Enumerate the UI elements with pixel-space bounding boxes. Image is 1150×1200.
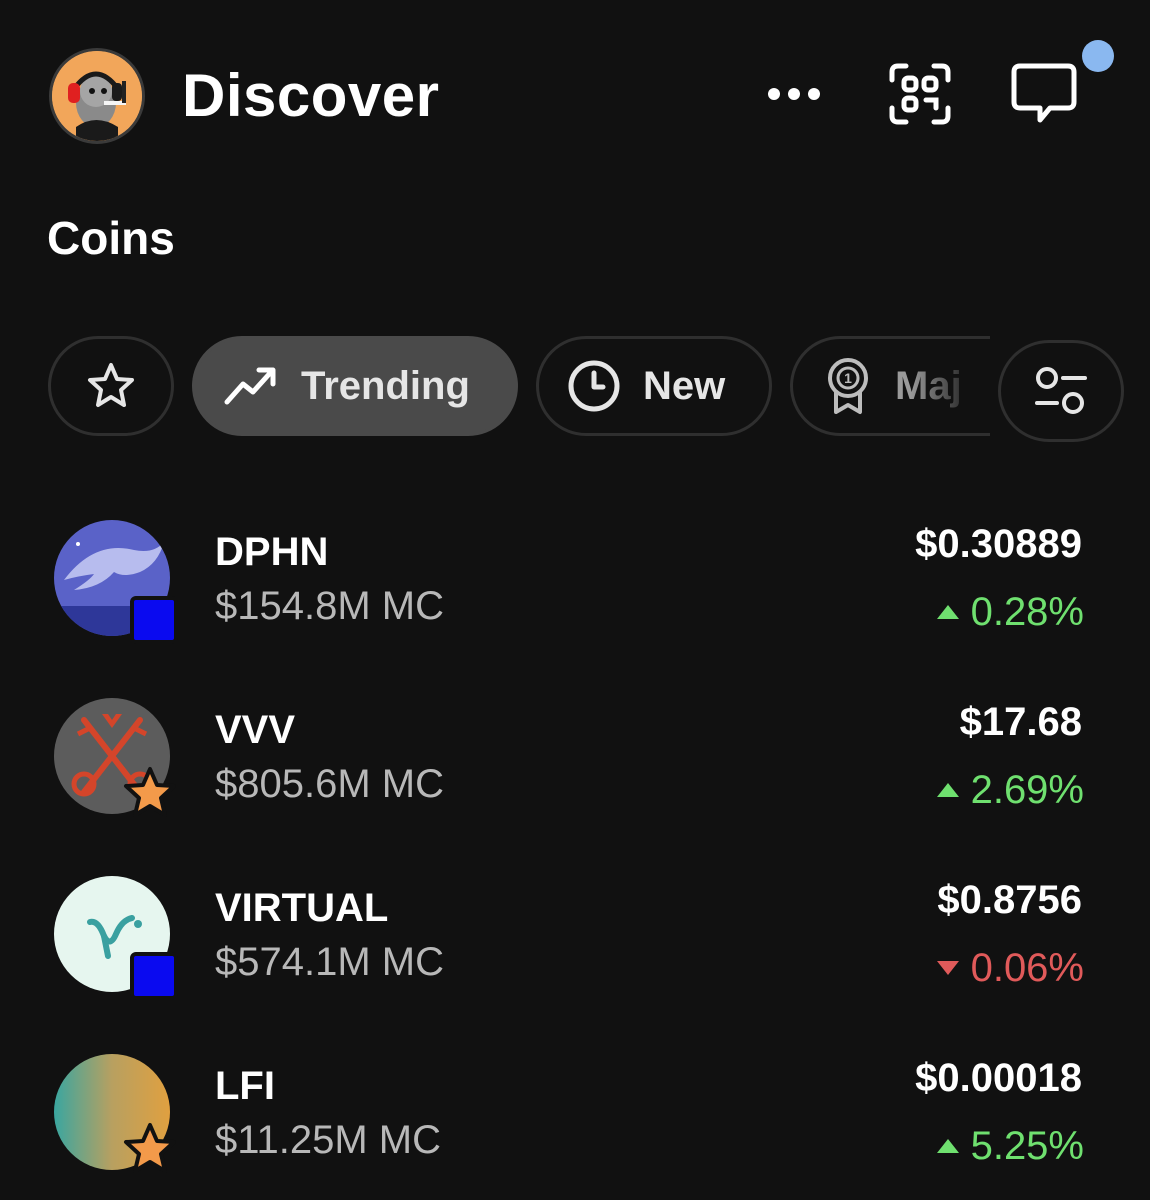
coin-change: 0.06% xyxy=(936,944,1084,992)
coin-change: 5.25% xyxy=(936,1122,1084,1170)
coin-price: $0.30889 xyxy=(915,522,1082,566)
filter-icon xyxy=(1035,367,1087,414)
avatar[interactable] xyxy=(49,48,145,144)
coin-change-value: 0.28% xyxy=(970,590,1084,634)
section-title: Coins xyxy=(47,212,175,264)
header: Discover xyxy=(0,0,1150,190)
list-item[interactable]: LFI $11.25M MC $0.00018 5.25% xyxy=(0,1034,1150,1184)
coin-market-cap: $574.1M MC xyxy=(215,940,444,984)
svg-text:1: 1 xyxy=(844,370,852,386)
scan-icon[interactable] xyxy=(884,58,956,130)
chat-icon[interactable] xyxy=(1008,58,1080,130)
clock-icon xyxy=(568,360,620,412)
coin-price: $0.00018 xyxy=(915,1056,1082,1100)
coin-price: $17.68 xyxy=(959,700,1082,744)
trending-chip[interactable]: Trending xyxy=(192,336,518,436)
coin-symbol: VVV xyxy=(215,708,296,752)
coin-symbol: DPHN xyxy=(215,530,329,574)
new-chip[interactable]: New xyxy=(536,336,772,436)
list-item[interactable]: VVV $805.6M MC $17.68 2.69% xyxy=(0,678,1150,828)
square-badge xyxy=(130,596,178,644)
coin-symbol: VIRTUAL xyxy=(215,886,389,930)
coin-change: 2.69% xyxy=(936,766,1084,814)
up-arrow-icon xyxy=(936,1139,959,1153)
coin-change: 0.28% xyxy=(936,588,1084,636)
trending-icon xyxy=(224,367,276,405)
filter-chip[interactable] xyxy=(998,340,1124,442)
coin-change-value: 0.06% xyxy=(970,946,1084,990)
chip-label: New xyxy=(643,363,726,408)
square-badge xyxy=(130,952,178,1000)
list-item[interactable]: VIRTUAL $574.1M MC $0.8756 0.06% xyxy=(0,856,1150,1006)
coin-change-value: 2.69% xyxy=(970,768,1084,812)
coin-change-value: 5.25% xyxy=(970,1124,1084,1168)
coin-market-cap: $805.6M MC xyxy=(215,762,444,806)
favorites-chip[interactable] xyxy=(48,336,174,436)
notification-dot xyxy=(1082,40,1114,72)
coin-price: $0.8756 xyxy=(937,878,1082,922)
star-icon xyxy=(88,363,134,407)
more-icon[interactable] xyxy=(758,58,830,130)
coin-market-cap: $154.8M MC xyxy=(215,584,444,628)
avatar-image xyxy=(52,51,142,141)
chip-label: Trending xyxy=(301,363,470,408)
medal-icon: 1 xyxy=(828,358,868,414)
star-badge xyxy=(124,767,176,817)
coin-market-cap: $11.25M MC xyxy=(215,1118,442,1162)
star-badge xyxy=(124,1123,176,1173)
chip-fade xyxy=(910,339,990,433)
filter-chips: Trending New 1 Maj xyxy=(0,336,1150,442)
down-arrow-icon xyxy=(936,961,959,975)
majors-chip[interactable]: 1 Maj xyxy=(790,336,990,436)
up-arrow-icon xyxy=(936,783,959,797)
page-title: Discover xyxy=(182,62,440,129)
coin-symbol: LFI xyxy=(215,1064,275,1108)
up-arrow-icon xyxy=(936,605,959,619)
list-item[interactable]: DPHN $154.8M MC $0.30889 0.28% xyxy=(0,500,1150,650)
